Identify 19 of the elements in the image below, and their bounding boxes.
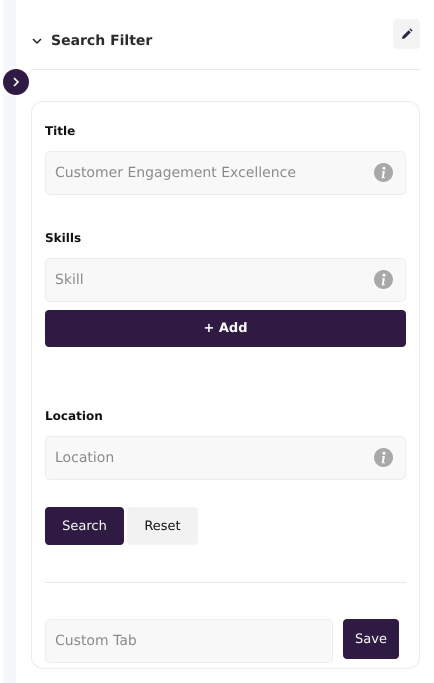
input-field[interactable]: Custom Tab	[45, 619, 333, 663]
info-icon	[374, 448, 393, 467]
save-button[interactable]: Save	[343, 619, 399, 659]
pencil-icon	[400, 28, 412, 40]
input-field[interactable]: Skill	[45, 258, 406, 302]
expand-button[interactable]	[3, 69, 29, 95]
reset-button[interactable]: Reset	[127, 507, 198, 545]
info-icon	[374, 163, 393, 182]
input-field[interactable]: Location	[45, 436, 406, 480]
info-icon	[374, 270, 393, 289]
section-title: Search Filter	[51, 33, 154, 49]
edit-button[interactable]	[393, 19, 420, 49]
field-label: Title	[45, 124, 76, 138]
search-button[interactable]: Search	[45, 507, 124, 545]
field-label: Location	[45, 409, 104, 423]
add-button[interactable]: + Add	[45, 310, 406, 347]
field-label: Skills	[45, 231, 82, 245]
input-field[interactable]: Customer Engagement Excellence	[45, 151, 406, 195]
chevron-right-icon	[12, 77, 20, 87]
